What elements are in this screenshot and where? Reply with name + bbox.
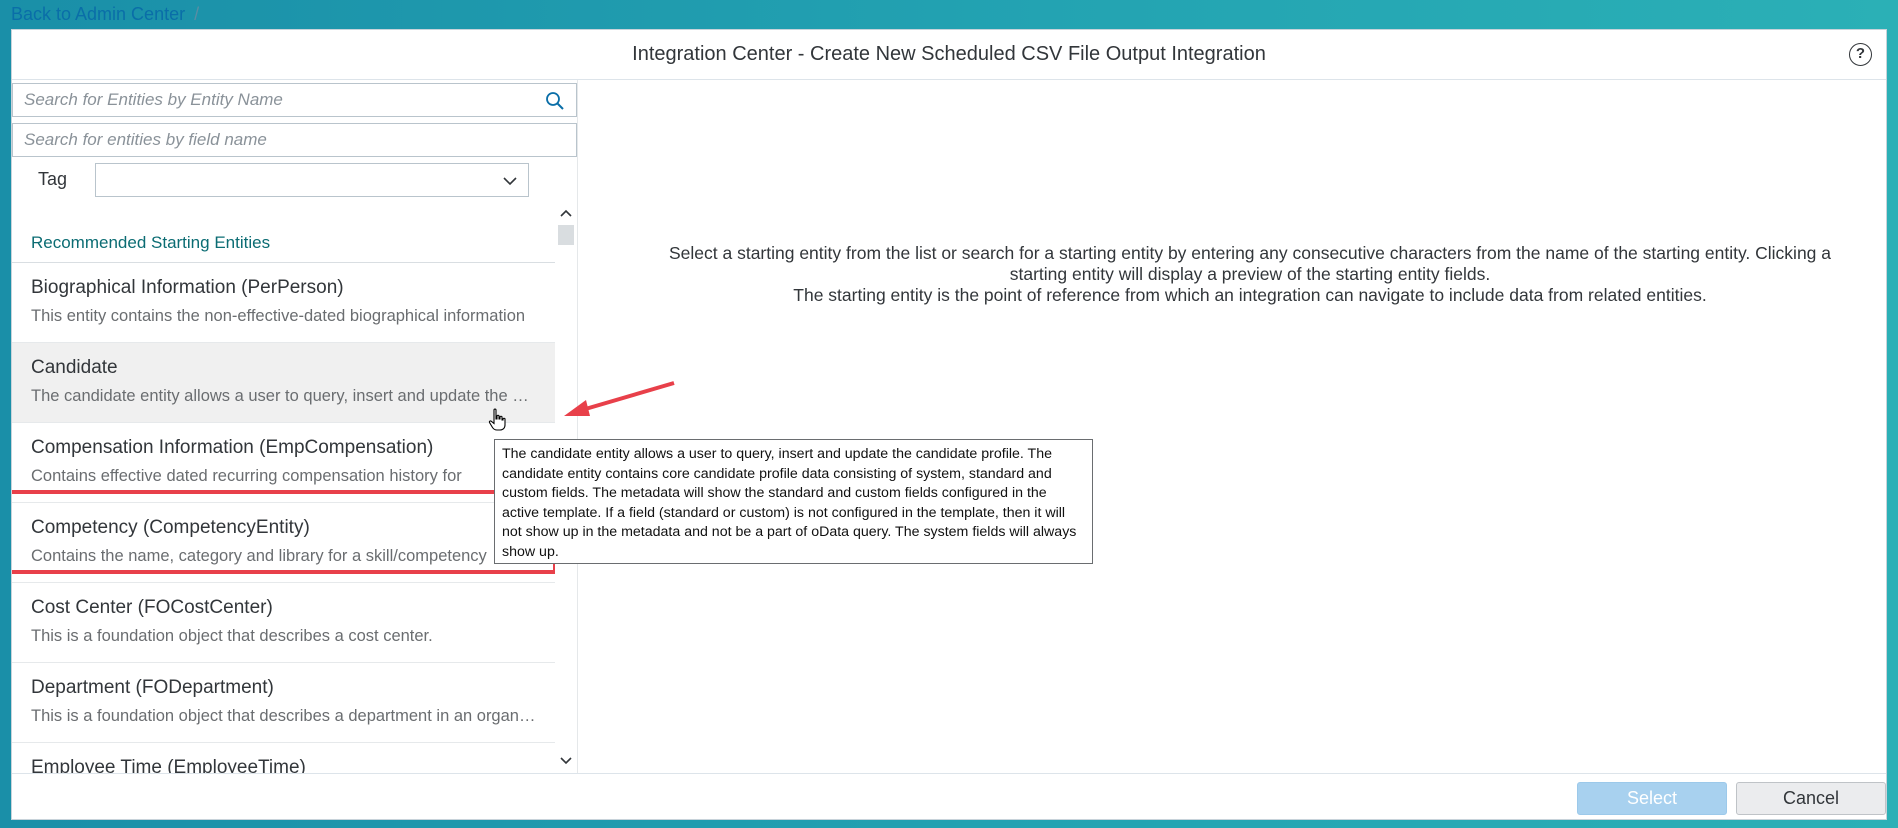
entity-list-scroll: Recommended Starting Entities Biographic…	[12, 205, 555, 773]
breadcrumb-separator: /	[194, 4, 200, 24]
list-item-biographical-information[interactable]: Biographical Information (PerPerson) Thi…	[12, 263, 555, 343]
group-header: Recommended Starting Entities	[12, 205, 555, 263]
dialog-header: Integration Center - Create New Schedule…	[12, 30, 1886, 80]
search-icon[interactable]	[545, 91, 565, 111]
instructions-text: Select a starting entity from the list o…	[640, 243, 1860, 306]
back-to-admin-center-link[interactable]: Back to Admin Center	[11, 4, 185, 24]
instructions-line-1: Select a starting entity from the list o…	[668, 243, 1832, 284]
list-item-title: Employee Time (EmployeeTime)	[31, 757, 306, 773]
candidate-tooltip: The candidate entity allows a user to qu…	[494, 439, 1093, 564]
list-item-title: Department (FODepartment)	[31, 677, 274, 698]
list-item-competency[interactable]: Competency (CompetencyEntity) Contains t…	[12, 503, 555, 583]
instructions-line-2: The starting entity is the point of refe…	[793, 285, 1707, 305]
entity-name-search-input[interactable]	[13, 84, 576, 116]
list-item-description: Contains the name, category and library …	[31, 547, 487, 565]
list-item-description: This is a foundation object that describ…	[31, 627, 433, 645]
list-item-description: This entity contains the non-effective-d…	[31, 307, 526, 325]
tag-label: Tag	[38, 169, 68, 189]
integration-dialog: Integration Center - Create New Schedule…	[11, 29, 1887, 820]
annotation-arrow-icon	[564, 381, 675, 416]
list-item-title: Biographical Information (PerPerson)	[31, 277, 344, 298]
list-item-description: Contains effective dated recurring compe…	[31, 467, 462, 485]
list-item-title: Cost Center (FOCostCenter)	[31, 597, 273, 618]
tag-select[interactable]	[95, 163, 529, 197]
scrollbar-thumb[interactable]	[558, 225, 574, 245]
chevron-down-icon[interactable]	[559, 755, 573, 767]
list-item-title: Competency (CompetencyEntity)	[31, 517, 310, 538]
list-item-title: Compensation Information (EmpCompensatio…	[31, 437, 434, 458]
list-item-compensation-information[interactable]: Compensation Information (EmpCompensatio…	[12, 423, 555, 503]
list-item-description: This is a foundation object that describ…	[31, 707, 536, 725]
list-item-cost-center[interactable]: Cost Center (FOCostCenter) This is a fou…	[12, 583, 555, 663]
hand-cursor-icon	[488, 408, 506, 431]
cancel-button[interactable]: Cancel	[1736, 782, 1886, 815]
list-item-title: Candidate	[31, 357, 118, 378]
field-name-search	[12, 123, 577, 157]
select-button[interactable]: Select	[1577, 782, 1727, 815]
dialog-title: Integration Center - Create New Schedule…	[632, 43, 1266, 65]
breadcrumb: Back to Admin Center /	[11, 4, 199, 26]
chevron-up-icon[interactable]	[559, 207, 573, 219]
entity-preview-panel: Select a starting entity from the list o…	[580, 80, 1886, 773]
list-item-employee-time[interactable]: Employee Time (EmployeeTime)	[12, 743, 555, 773]
dialog-footer: Select Cancel	[12, 773, 1886, 819]
question-circle-icon[interactable]: ?	[1849, 43, 1872, 66]
entity-list: Recommended Starting Entities Biographic…	[12, 205, 577, 773]
field-name-search-input[interactable]	[13, 124, 576, 156]
list-item-description: The candidate entity allows a user to qu…	[31, 387, 536, 405]
entity-name-search	[12, 83, 577, 117]
list-item-department[interactable]: Department (FODepartment) This is a foun…	[12, 663, 555, 743]
chevron-down-icon[interactable]	[502, 174, 518, 188]
list-item-candidate[interactable]: Candidate The candidate entity allows a …	[12, 343, 555, 423]
